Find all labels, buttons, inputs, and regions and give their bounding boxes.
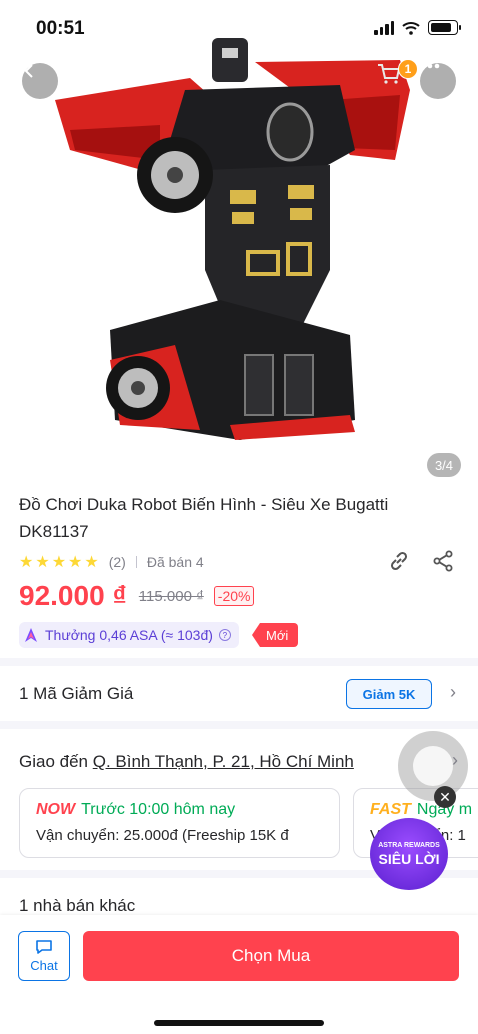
other-sellers[interactable]: 1 nhà bán khác (19, 896, 135, 916)
chat-button[interactable]: Chat (18, 931, 70, 981)
more-icon (420, 63, 440, 69)
delivery-address-link[interactable]: Q. Bình Thạnh, P. 21, Hồ Chí Minh (93, 752, 354, 771)
coupon-chip[interactable]: Giảm 5K (346, 679, 432, 709)
back-button[interactable] (22, 63, 58, 99)
promo-big-text: SIÊU LỜI (378, 850, 440, 867)
promo-small-text: ASTRA REWARDS (378, 841, 440, 849)
astra-icon (25, 628, 37, 642)
status-bar: 00:51 (0, 0, 478, 56)
promo-bubble[interactable]: ASTRA REWARDS SIÊU LỜI (370, 818, 448, 890)
chevron-left-icon (24, 64, 33, 78)
image-counter: 3/4 (427, 453, 461, 477)
fast-badge: FAST (370, 801, 411, 818)
link-icon[interactable] (388, 550, 410, 572)
now-badge: NOW (36, 801, 76, 818)
product-image-carousel[interactable]: 1 3/4 (0, 0, 478, 480)
bottom-action-bar: Chat Chọn Mua (0, 915, 478, 1034)
rating-stars: ★★★★★ (19, 554, 101, 571)
reward-chip[interactable]: Thưởng 0,46 ASA (≈ 103đ) ? (19, 622, 239, 648)
product-title: Đồ Chơi Duka Robot Biến Hình - Siêu Xe B… (19, 495, 389, 541)
home-indicator (154, 1020, 324, 1026)
rating-row[interactable]: ★★★★★ (2) Đã bán 4 (19, 552, 204, 572)
reward-text: Thưởng 0,46 ASA (≈ 103đ) (45, 627, 213, 643)
delivery-address[interactable]: Giao đến Q. Bình Thạnh, P. 21, Hồ Chí Mi… (19, 752, 354, 772)
product-page: 1 3/4 00:51 Đồ Chơi Duka Robot Biến Hình… (0, 0, 478, 1034)
more-button[interactable] (420, 63, 456, 99)
current-price: 92.000 ₫ (19, 580, 127, 611)
shipping-fee: Vận chuyển: 25.000đ (Freeship 15K đ (36, 827, 289, 844)
signal-icon (374, 20, 394, 35)
section-divider (0, 721, 478, 729)
divider (135, 556, 137, 568)
section-divider (0, 658, 478, 666)
battery-icon (428, 20, 461, 35)
price-row: 92.000 ₫ 115.000 ₫ -20% (19, 580, 255, 612)
wifi-icon (402, 21, 420, 35)
cart-count-badge: 1 (398, 59, 418, 79)
shipping-eta: Trước 10:00 hôm nay (81, 801, 236, 818)
help-icon: ? (218, 629, 231, 641)
close-icon[interactable]: ✕ (434, 786, 456, 808)
shipping-option-now[interactable]: NOW Trước 10:00 hôm nay Vận chuyển: 25.00… (19, 788, 340, 858)
coupon-label: 1 Mã Giảm Giá (19, 684, 134, 703)
chat-label: Chat (30, 958, 58, 973)
rating-count: (2) (108, 554, 126, 570)
delivery-prefix: Giao đến (19, 752, 93, 771)
chat-icon (36, 940, 52, 954)
new-tag: Mới (252, 623, 299, 647)
share-icon[interactable] (432, 550, 454, 572)
chevron-right-icon: › (452, 750, 458, 770)
buy-button[interactable]: Chọn Mua (83, 931, 459, 981)
discount-badge: -20% (213, 586, 255, 606)
original-price: 115.000 ₫ (138, 587, 204, 605)
sold-count: Đã bán 4 (146, 554, 204, 570)
chevron-right-icon: › (450, 682, 456, 702)
coupon-row[interactable]: 1 Mã Giảm Giá Giảm 5K › (0, 667, 478, 721)
status-time: 00:51 (36, 18, 85, 39)
